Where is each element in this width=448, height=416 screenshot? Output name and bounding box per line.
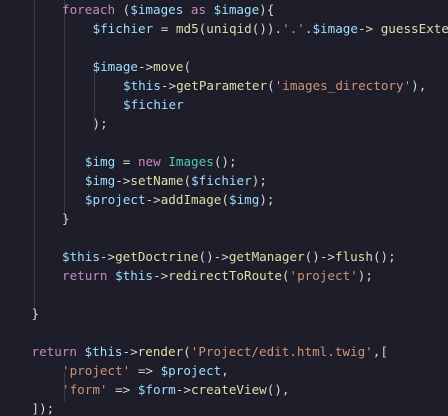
code-line: $project->addImage($img); (85, 190, 275, 209)
code-line: $fichier (123, 95, 184, 114)
code-token: (); (372, 249, 396, 264)
code-token: -> (115, 173, 131, 188)
code-line: } (32, 304, 40, 323)
code-token: ()). (251, 21, 283, 36)
code-token: $this (84, 344, 123, 359)
code-token: ); (251, 173, 267, 188)
code-token: ,[ (372, 344, 388, 359)
code-token: ]); (31, 401, 55, 416)
code-token: $fichier (92, 21, 154, 36)
code-line: $this->getDoctrine()->getManager()->flus… (62, 247, 396, 266)
code-token: = (115, 154, 138, 169)
code-token: ); (259, 192, 275, 207)
code-token: -> (145, 192, 161, 207)
code-token: ( (183, 344, 191, 359)
code-token: ( (281, 268, 290, 283)
code-token: ); (357, 268, 373, 283)
code-line: } (62, 209, 70, 228)
code-token: ( (183, 173, 192, 188)
code-line: 'form' => $form->createView(), (62, 380, 290, 399)
code-token: move (153, 59, 184, 74)
code-token: ()-> (198, 249, 229, 264)
code-token: createView (190, 382, 267, 397)
code-token: ( (221, 192, 229, 207)
code-token: ( (115, 2, 131, 17)
code-token: $this (123, 78, 161, 93)
code-token: '.' (282, 21, 305, 36)
code-token: 'Project/edit.html.twig' (190, 344, 373, 359)
code-line: return $this->redirectToRoute('project')… (62, 266, 373, 285)
code-token: ( (183, 59, 192, 74)
code-token: getDoctrine (115, 249, 199, 264)
code-editor[interactable]: foreach ($images as $image){$fichier = m… (0, 0, 448, 416)
code-token: md5 (175, 21, 199, 36)
indent-guide (34, 0, 35, 318)
code-line: return $this->render('Project/edit.html.… (32, 342, 388, 361)
code-line: ); (93, 114, 108, 133)
code-token: 'project' (289, 268, 358, 283)
code-token: $fichier (191, 173, 252, 188)
code-token: ){ (259, 2, 275, 17)
code-token: return (31, 344, 85, 359)
code-token: => (130, 363, 161, 378)
code-token: $image (213, 2, 260, 17)
code-token: ), (411, 78, 427, 93)
code-token: uniqid (206, 21, 252, 36)
code-token: -> (160, 78, 177, 93)
code-token: $this (115, 268, 153, 283)
code-token: } (31, 306, 40, 321)
code-line: $img = new Images(); (85, 152, 237, 171)
code-token: => (107, 382, 138, 397)
code-token: $image (312, 21, 358, 36)
code-token: $img (84, 154, 116, 169)
code-token: -> (153, 268, 169, 283)
code-line: $fichier = md5(uniqid()).'.'.$image-> gu… (93, 19, 448, 38)
code-token: -> (175, 382, 191, 397)
code-token: render (137, 344, 184, 359)
code-token: 'form' (62, 382, 108, 397)
code-token: (), (266, 382, 290, 397)
code-token: $img (84, 173, 116, 188)
code-token: flush (335, 249, 373, 264)
code-token: guessExtension (380, 21, 448, 36)
code-line: $img->setName($fichier); (85, 171, 267, 190)
code-token: $images (130, 2, 184, 17)
code-token: new (137, 154, 169, 169)
code-token: , (221, 363, 229, 378)
code-token: $project (84, 192, 146, 207)
code-line: 'project' => $project, (62, 361, 229, 380)
code-token: ()-> (304, 249, 336, 264)
code-token: $image (92, 59, 139, 74)
code-token: $project (160, 363, 222, 378)
code-token: as (183, 2, 214, 17)
code-token: } (62, 211, 70, 226)
code-token: Images (168, 154, 214, 169)
code-token: setName (130, 173, 184, 188)
code-token: 'project' (62, 363, 131, 378)
code-line: ]); (32, 399, 55, 416)
code-token: $fichier (123, 97, 184, 112)
code-token: 'images_directory' (274, 78, 412, 93)
code-line: foreach ($images as $image){ (62, 0, 274, 19)
code-token: -> (138, 59, 154, 74)
code-token: getManager (228, 249, 305, 264)
code-token: ); (92, 116, 108, 131)
code-token: (); (213, 154, 237, 169)
indent-guide (64, 0, 65, 220)
code-token: ( (267, 78, 275, 93)
code-token: addImage (160, 192, 222, 207)
code-token: $this (62, 249, 100, 264)
code-token: $form (137, 382, 176, 397)
code-token: redirectToRoute (168, 268, 282, 283)
code-token: getParameter (176, 78, 268, 93)
code-token: -> (357, 21, 381, 36)
code-token: -> (99, 249, 116, 264)
code-line: $this->getParameter('images_directory'), (123, 76, 426, 95)
code-token: $img (228, 192, 260, 207)
code-token: = (153, 21, 176, 36)
code-token: foreach (62, 2, 116, 17)
code-token: return (62, 268, 116, 283)
code-token: -> (122, 344, 138, 359)
code-line: $image->move( (93, 57, 192, 76)
